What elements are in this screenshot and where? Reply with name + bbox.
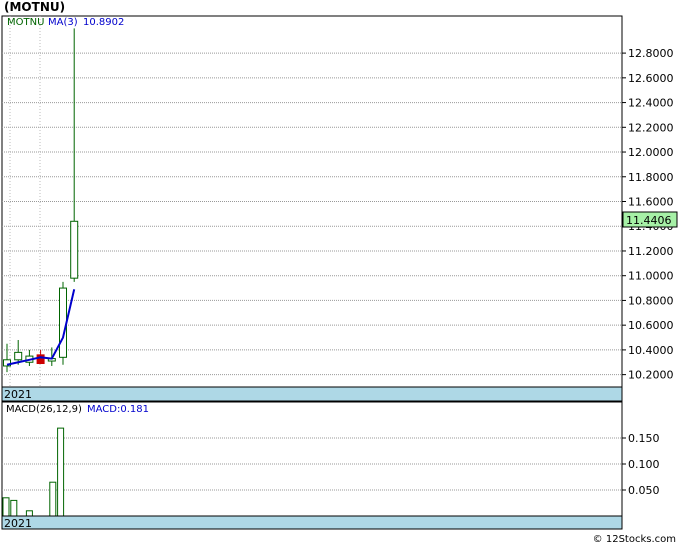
- price-ma-legend: MA(3): [48, 17, 78, 28]
- price-tick-label: 11.6000: [628, 196, 674, 209]
- price-tick-label: 12.4000: [628, 97, 674, 110]
- price-year-label: 2021: [4, 388, 32, 401]
- price-tick-label: 11.8000: [628, 171, 674, 184]
- macd-panel: [1, 401, 623, 530]
- price-tick-label: 11.0000: [628, 270, 674, 283]
- macd-tick-label: 0.150: [628, 432, 660, 445]
- price-year-band: [1, 386, 623, 402]
- macd-tick-label: 0.100: [628, 458, 660, 471]
- price-tick-label: 12.8000: [628, 47, 674, 60]
- candle-body: [70, 220, 79, 279]
- chart: 10.2000 10.4000 10.6000 10.8000 11.0000 11.20…: [1, 15, 678, 545]
- price-tick-label: 12.0000: [628, 146, 674, 159]
- macd-bar: [49, 481, 57, 517]
- candle-body: [36, 354, 45, 365]
- candle-body: [14, 351, 23, 361]
- macd-year-label: 2021: [4, 517, 32, 530]
- macd-tick-label: 0.050: [628, 484, 660, 497]
- macd-legend: MACD(26,12,9): [6, 404, 82, 415]
- price-tick-label: 11.2000: [628, 245, 674, 258]
- price-tick-label: 12.2000: [628, 121, 674, 134]
- macd-value: MACD:0.181: [87, 404, 149, 415]
- macd-bar: [25, 510, 33, 517]
- macd-year-band: [1, 515, 623, 530]
- price-panel: [1, 15, 623, 402]
- price-tick-label: 10.8000: [628, 294, 674, 307]
- price-tick-label: 12.6000: [628, 72, 674, 85]
- last-price-label: 11.4406: [626, 214, 672, 227]
- price-tick-label: 10.4000: [628, 344, 674, 357]
- price-ma-value: 10.8902: [83, 17, 124, 28]
- price-ticker-legend: MOTNU: [7, 17, 44, 28]
- macd-ticks: 0.050 0.100 0.150: [622, 432, 660, 497]
- watermark: © 12Stocks.com: [593, 534, 676, 545]
- macd-bar: [10, 499, 18, 517]
- price-tick-label: 10.6000: [628, 319, 674, 332]
- macd-bar: [2, 497, 10, 517]
- macd-bar: [57, 427, 65, 517]
- price-tick-label: 10.2000: [628, 369, 674, 382]
